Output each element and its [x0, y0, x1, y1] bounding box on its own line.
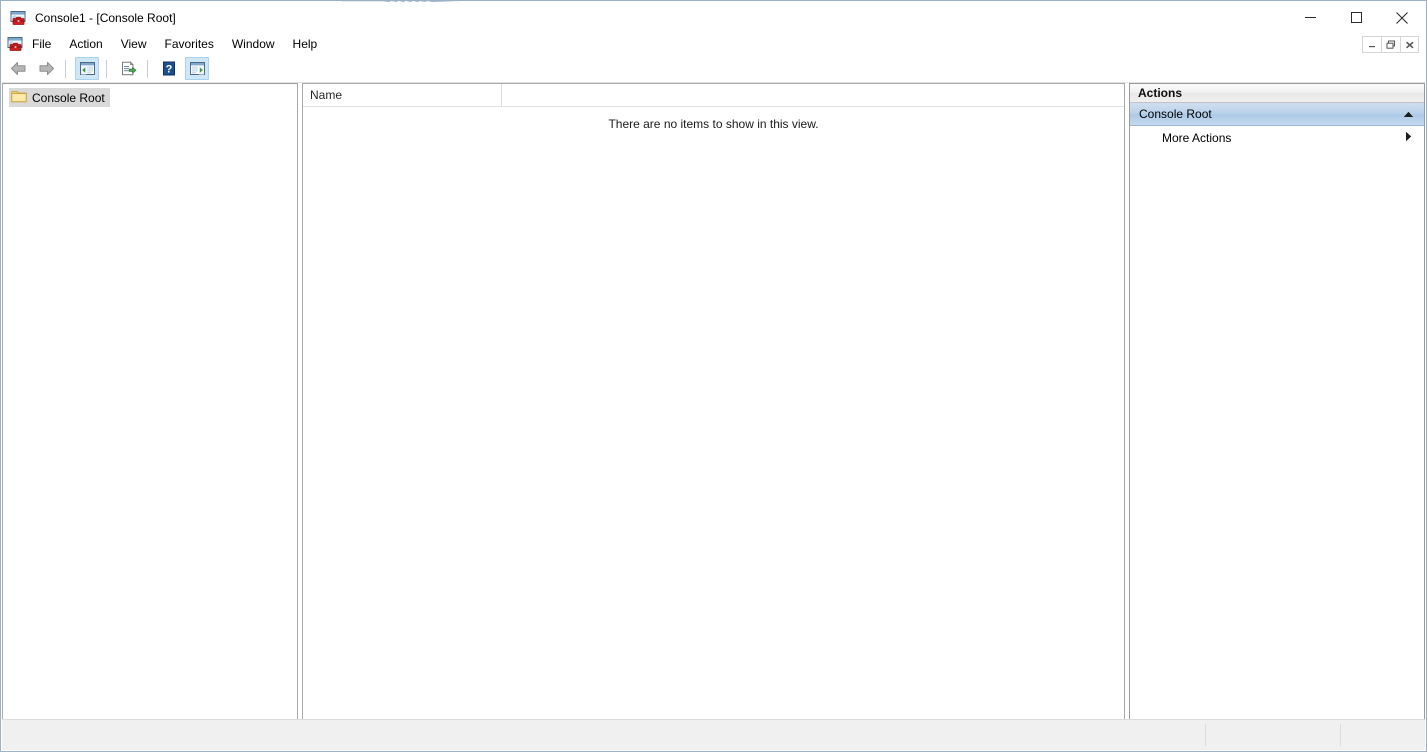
toolbar-separator-2: [106, 60, 107, 78]
list-column-header-row: Name: [303, 84, 1124, 107]
question-mark-icon: ?: [162, 61, 176, 76]
menu-item-action[interactable]: Action: [60, 34, 111, 54]
column-header-name[interactable]: Name: [303, 84, 502, 106]
left-arrow-icon: [10, 61, 27, 76]
chevron-up-icon[interactable]: [1403, 107, 1414, 121]
menu-item-window[interactable]: Window: [223, 34, 284, 54]
help-button[interactable]: ?: [157, 57, 181, 80]
minimize-icon[interactable]: [1287, 2, 1333, 33]
status-bar-divider-2: [1340, 724, 1341, 746]
export-list-icon: [120, 61, 137, 76]
console-tree-pane: Console Root: [2, 83, 298, 720]
mdi-restore-icon[interactable]: [1381, 36, 1400, 53]
action-item-label: More Actions: [1162, 131, 1405, 145]
close-icon[interactable]: [1379, 2, 1425, 33]
svg-text:?: ?: [166, 63, 173, 75]
menu-item-view[interactable]: View: [112, 34, 156, 54]
console-tree-icon: [79, 61, 96, 76]
content-area: Console Root Name There are no items to …: [2, 83, 1425, 720]
show-hide-console-tree-button[interactable]: [75, 57, 99, 80]
tree-item-label: Console Root: [32, 91, 105, 105]
actions-pane-title: Actions: [1130, 84, 1424, 103]
status-bar: [2, 719, 1425, 750]
export-list-button[interactable]: [116, 57, 140, 80]
action-item-more-actions[interactable]: More Actions: [1130, 126, 1424, 149]
mmc-console-icon: [10, 10, 26, 26]
toolbar: ?: [2, 55, 1425, 83]
toolbar-separator-3: [147, 60, 148, 78]
maximize-icon[interactable]: [1333, 2, 1379, 33]
menu-item-help[interactable]: Help: [284, 34, 327, 54]
menu-item-file[interactable]: File: [23, 34, 60, 54]
window-controls: [1287, 2, 1425, 33]
mdi-close-icon[interactable]: [1400, 36, 1419, 53]
result-list-pane: Name There are no items to show in this …: [302, 83, 1125, 720]
action-group-label: Console Root: [1139, 107, 1403, 121]
column-header-filler: [502, 84, 1124, 106]
status-bar-divider-1: [1205, 724, 1206, 746]
title-bar: Console1 - [Console Root]: [2, 2, 1425, 33]
forward-button[interactable]: [34, 57, 58, 80]
menu-bar: File Action View Favorites Window Help: [2, 33, 1425, 55]
tree-item-console-root[interactable]: Console Root: [9, 88, 110, 107]
actions-pane: Actions Console Root More Actions: [1129, 83, 1425, 720]
action-pane-icon: [189, 61, 206, 76]
mdi-minimize-icon[interactable]: [1362, 36, 1381, 53]
mdi-child-window-controls: [1362, 36, 1419, 53]
toolbar-separator-1: [65, 60, 66, 78]
window-title: Console1 - [Console Root]: [35, 11, 176, 25]
menu-item-favorites[interactable]: Favorites: [156, 34, 223, 54]
show-hide-action-pane-button[interactable]: [185, 57, 209, 80]
right-arrow-icon: [38, 61, 55, 76]
folder-icon: [11, 89, 27, 106]
mmc-console-icon[interactable]: [7, 36, 23, 52]
back-button[interactable]: [6, 57, 30, 80]
empty-view-message: There are no items to show in this view.: [303, 117, 1124, 131]
chevron-right-icon[interactable]: [1405, 131, 1412, 145]
mmc-console-window: Console1 - [Console Root]: [0, 0, 1427, 752]
action-group-console-root[interactable]: Console Root: [1130, 103, 1424, 126]
